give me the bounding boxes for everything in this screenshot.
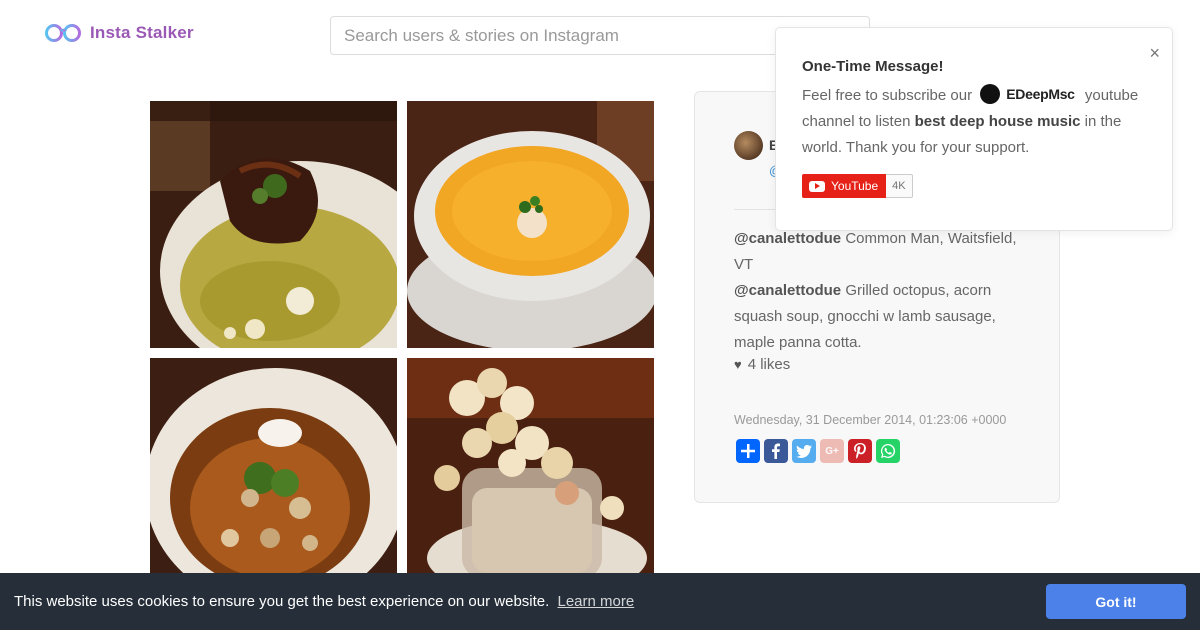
likes-label: 4 likes: [747, 356, 791, 373]
photo-grilled-octopus[interactable]: [150, 101, 397, 348]
popup-body-prefix: Feel free to subscribe our: [802, 87, 973, 104]
photo-acorn-squash-soup[interactable]: [407, 101, 654, 348]
glasses-icon: [45, 24, 81, 42]
youtube-subscriber-count: 4K: [886, 174, 913, 198]
photo-maple-panna-cotta[interactable]: [407, 358, 654, 581]
twitter-icon[interactable]: [792, 439, 816, 463]
post-caption: @canalettodue Common Man, Waitsfield, VT…: [734, 226, 1029, 356]
post-photo-grid: [150, 101, 654, 581]
youtube-subscribe: YouTube 4K: [802, 174, 913, 198]
share-plus-icon[interactable]: [736, 439, 760, 463]
popup-body: Feel free to subscribe our EDeepMsc yout…: [802, 83, 1152, 161]
cookie-message-text: This website uses cookies to ensure you …: [14, 593, 550, 610]
heart-icon: ♥: [734, 357, 742, 372]
youtube-subscribe-button[interactable]: YouTube: [802, 174, 887, 198]
google-plus-icon[interactable]: G+: [820, 439, 844, 463]
mention-link[interactable]: @canalettodue: [734, 282, 841, 299]
facebook-icon[interactable]: [764, 439, 788, 463]
likes-count: ♥ 4 likes: [734, 356, 790, 373]
learn-more-link[interactable]: Learn more: [557, 593, 634, 610]
cookie-accept-button[interactable]: Got it!: [1046, 584, 1186, 619]
site-logo-text: Insta Stalker: [90, 23, 194, 42]
caption-line: @canalettodue Grilled octopus, acorn squ…: [734, 278, 1029, 356]
photo-gnocchi-lamb-sausage[interactable]: [150, 358, 397, 581]
avatar[interactable]: [734, 131, 763, 160]
post-timestamp: Wednesday, 31 December 2014, 01:23:06 +0…: [734, 413, 1007, 427]
close-icon[interactable]: ×: [1149, 44, 1160, 62]
channel-logo[interactable]: EDeepMsc: [980, 81, 1075, 107]
youtube-icon: [809, 180, 825, 192]
popup-body-bold: best deep house music: [914, 113, 1081, 131]
caption-line: @canalettodue Common Man, Waitsfield, VT: [734, 226, 1029, 278]
channel-name: EDeepMsc: [1006, 86, 1075, 103]
site-logo[interactable]: Insta Stalker: [44, 22, 194, 44]
channel-logo-icon: [980, 84, 1001, 105]
youtube-label: YouTube: [831, 179, 879, 193]
popup-title: One-Time Message!: [802, 58, 944, 75]
cookie-message: This website uses cookies to ensure you …: [14, 593, 634, 610]
cookie-consent-bar: This website uses cookies to ensure you …: [0, 573, 1200, 630]
share-buttons: G+: [736, 439, 900, 463]
whatsapp-icon[interactable]: [876, 439, 900, 463]
one-time-message-popup: × One-Time Message! Feel free to subscri…: [775, 27, 1173, 231]
pinterest-icon[interactable]: [848, 439, 872, 463]
mention-link[interactable]: @canalettodue: [734, 230, 841, 247]
